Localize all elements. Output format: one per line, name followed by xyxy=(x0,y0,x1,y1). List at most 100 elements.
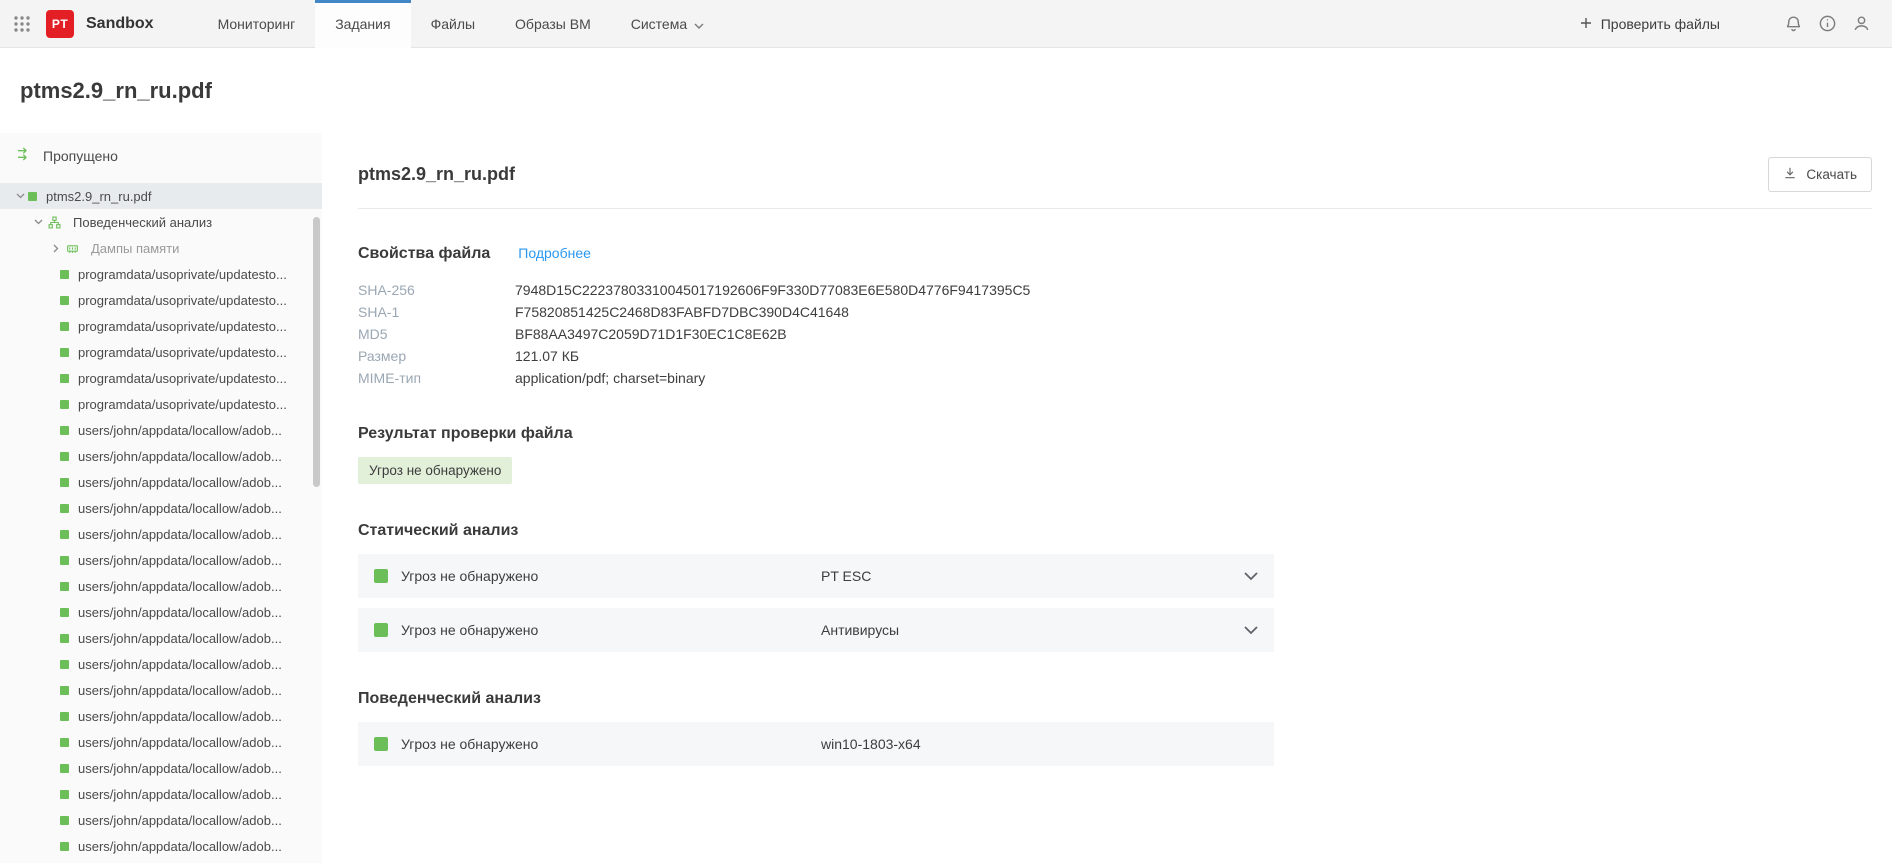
behavioral-analysis-rows: Угроз не обнаружено win10-1803-x64 xyxy=(358,722,1274,766)
notifications-bell-icon[interactable] xyxy=(1776,7,1810,41)
nav-tab-4[interactable]: Система xyxy=(611,0,724,48)
file-status-square-icon xyxy=(60,842,69,851)
verdict-badge: Угроз не обнаружено xyxy=(358,457,512,484)
tree-leaf[interactable]: users/john/appdata/locallow/adob... xyxy=(0,573,322,599)
apps-grid-icon[interactable] xyxy=(0,0,44,48)
tree-leaf-label: users/john/appdata/locallow/adob... xyxy=(78,683,282,698)
analysis-row[interactable]: Угроз не обнаружено PT ESC xyxy=(358,554,1274,598)
property-label: SHA-1 xyxy=(358,301,515,323)
property-row: SHA-1 F75820851425C2468D83FABFD7DBC390D4… xyxy=(358,301,1872,323)
status-square-icon xyxy=(374,737,388,751)
tree-node-root-file[interactable]: ptms2.9_rn_ru.pdf xyxy=(0,183,322,209)
tree-leaf[interactable]: users/john/appdata/locallow/adob... xyxy=(0,807,322,833)
tree-node-label: ptms2.9_rn_ru.pdf xyxy=(46,189,152,204)
tree-leaf[interactable]: users/john/appdata/locallow/adob... xyxy=(0,781,322,807)
tree-leaf[interactable]: users/john/appdata/locallow/adob... xyxy=(0,495,322,521)
user-profile-icon[interactable] xyxy=(1844,7,1878,41)
pt-logo[interactable]: PT xyxy=(46,10,74,38)
tree-leaf-label: users/john/appdata/locallow/adob... xyxy=(78,787,282,802)
tree-leaf[interactable]: users/john/appdata/locallow/adob... xyxy=(0,651,322,677)
tree-leaf[interactable]: users/john/appdata/locallow/adob... xyxy=(0,677,322,703)
file-status-square-icon xyxy=(60,556,69,565)
chevron-down-icon[interactable] xyxy=(30,219,46,225)
tree-leaf-label: users/john/appdata/locallow/adob... xyxy=(78,813,282,828)
property-row: Размер 121.07 КБ xyxy=(358,345,1872,367)
property-value: 7948D15C22237803310045017192606F9F330D77… xyxy=(515,279,1030,301)
tree-leaf[interactable]: programdata/usoprivate/updatesto... xyxy=(0,339,322,365)
tree-leaf[interactable]: users/john/appdata/locallow/adob... xyxy=(0,833,322,859)
file-status-square-icon xyxy=(60,478,69,487)
status-square-icon xyxy=(374,569,388,583)
file-status-square-icon xyxy=(60,504,69,513)
tree-node-memory-dumps[interactable]: Дампы памяти xyxy=(0,235,322,261)
info-icon[interactable] xyxy=(1810,7,1844,41)
file-status-square-icon xyxy=(60,634,69,643)
tree-leaf[interactable]: users/john/appdata/locallow/adob... xyxy=(0,625,322,651)
tree-leaf[interactable]: programdata/usoprivate/updatesto... xyxy=(0,365,322,391)
tree-leaf[interactable]: users/john/appdata/locallow/adob... xyxy=(0,443,322,469)
file-properties-header: Свойства файла Подробнее xyxy=(358,245,1872,263)
navbar-left: PT Sandbox Мониторинг Задания Файлы Обра… xyxy=(0,0,724,47)
tree-leaf[interactable]: users/john/appdata/locallow/adob... xyxy=(0,599,322,625)
file-status-square-icon xyxy=(60,348,69,357)
file-status-square-icon xyxy=(60,764,69,773)
nav-tab-0[interactable]: Мониторинг xyxy=(198,0,316,48)
tree-leaf[interactable]: users/john/appdata/locallow/adob... xyxy=(0,703,322,729)
verdict-section: Результат проверки файла Угроз не обнару… xyxy=(358,425,1872,484)
report-panel: ptms2.9_rn_ru.pdf Скачать Свойства файла… xyxy=(322,133,1892,863)
tree-leaf[interactable]: users/john/appdata/locallow/adob... xyxy=(0,729,322,755)
scrollbar-thumb[interactable] xyxy=(313,217,320,487)
tree-leaf[interactable]: programdata/usoprivate/updatesto... xyxy=(0,287,322,313)
chevron-down-icon[interactable] xyxy=(12,193,28,199)
tree-node-behavioral-analysis[interactable]: Поведенческий анализ xyxy=(0,209,322,235)
behavioral-analysis-title: Поведенческий анализ xyxy=(358,690,1872,708)
tree-leaf[interactable]: programdata/usoprivate/updatesto... xyxy=(0,313,322,339)
skipped-icon xyxy=(16,146,32,165)
more-details-link[interactable]: Подробнее xyxy=(518,245,591,261)
tree-leaf[interactable]: users/john/appdata/locallow/adob... xyxy=(0,755,322,781)
nav-tab-label: Файлы xyxy=(431,16,475,32)
property-value: F75820851425C2468D83FABFD7DBC390D4C41648 xyxy=(515,301,849,323)
tree-node-label: Дампы памяти xyxy=(91,241,179,256)
property-value: BF88AA3497C2059D71D1F30EC1C8E62B xyxy=(515,323,787,345)
tree-leaf-label: users/john/appdata/locallow/adob... xyxy=(78,579,282,594)
nav-tab-label: Образы ВМ xyxy=(515,16,591,32)
tree-leaf[interactable]: users/john/appdata/locallow/adob... xyxy=(0,469,322,495)
tree-leaf[interactable]: programdata/usoprivate/updatesto... xyxy=(0,261,322,287)
check-files-button[interactable]: Проверить файлы xyxy=(1580,16,1720,32)
property-row: MD5 BF88AA3497C2059D71D1F30EC1C8E62B xyxy=(358,323,1872,345)
skipped-filter[interactable]: Пропущено xyxy=(0,133,322,175)
file-properties-title: Свойства файла xyxy=(358,245,490,263)
tree-leaf-label: programdata/usoprivate/updatesto... xyxy=(78,319,287,334)
file-status-square-icon xyxy=(60,322,69,331)
nav-tab-2[interactable]: Файлы xyxy=(411,0,495,48)
property-label: MIME-тип xyxy=(358,367,515,389)
tree-leaf-label: programdata/usoprivate/updatesto... xyxy=(78,345,287,360)
tree-leaf[interactable]: users/john/appdata/locallow/adob... xyxy=(0,417,322,443)
download-button[interactable]: Скачать xyxy=(1768,157,1872,192)
nav-tab-label: Система xyxy=(631,16,687,32)
tree-leaf-label: users/john/appdata/locallow/adob... xyxy=(78,527,282,542)
nav-tab-3[interactable]: Образы ВМ xyxy=(495,0,611,48)
tree-leaf-label: users/john/appdata/locallow/adob... xyxy=(78,553,282,568)
chevron-down-icon xyxy=(1244,572,1258,581)
brand-name[interactable]: Sandbox xyxy=(86,15,154,33)
tree-leaf[interactable]: programdata/usoprivate/updatesto... xyxy=(0,391,322,417)
analysis-row[interactable]: Угроз не обнаружено Антивирусы xyxy=(358,608,1274,652)
tree-leaf[interactable]: users/john/appdata/locallow/adob... xyxy=(0,547,322,573)
analysis-source-label: PT ESC xyxy=(821,568,1244,584)
file-status-square-icon xyxy=(60,660,69,669)
file-status-square-icon xyxy=(60,738,69,747)
tree-leaf[interactable]: users/john/appdata/locallow/adob... xyxy=(0,521,322,547)
file-status-square-icon xyxy=(60,582,69,591)
content-area: Пропущено ptms2.9_rn_ru.pdf xyxy=(0,133,1892,863)
chevron-right-icon[interactable] xyxy=(48,244,64,253)
analysis-status-label: Угроз не обнаружено xyxy=(401,622,821,638)
tree-leaf-label: users/john/appdata/locallow/adob... xyxy=(78,709,282,724)
report-file-title: ptms2.9_rn_ru.pdf xyxy=(358,164,515,185)
memory-chip-icon xyxy=(64,242,80,255)
nav-tab-1[interactable]: Задания xyxy=(315,0,410,48)
tree-leaf-label: users/john/appdata/locallow/adob... xyxy=(78,761,282,776)
sidebar-scrollbar[interactable] xyxy=(313,177,320,859)
top-navbar: PT Sandbox Мониторинг Задания Файлы Обра… xyxy=(0,0,1892,48)
